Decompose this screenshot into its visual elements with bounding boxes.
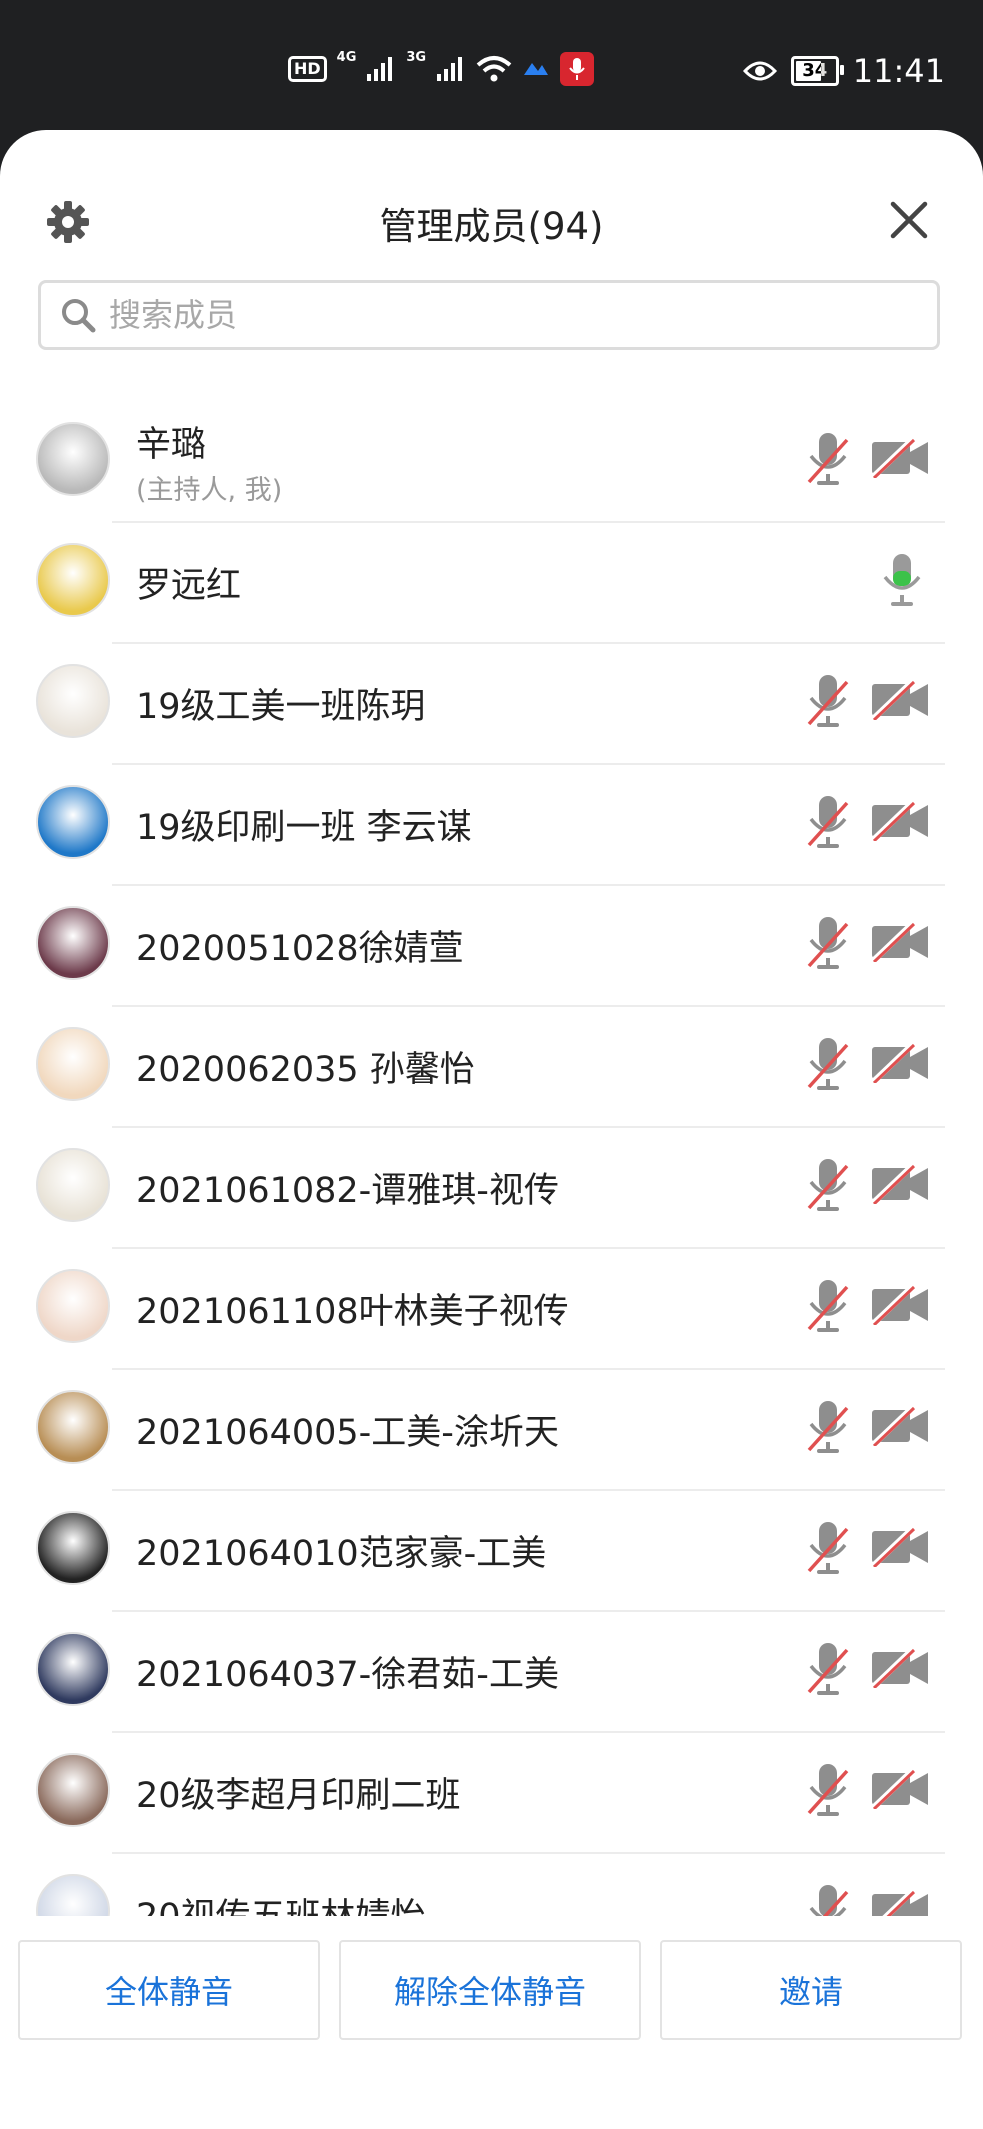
member-row[interactable]: 辛璐 (主持人, 我)	[0, 402, 983, 523]
hd-badge: HD	[288, 56, 327, 82]
mic-active-icon[interactable]	[880, 551, 924, 609]
mic-muted-icon[interactable]	[806, 1761, 850, 1819]
avatar[interactable]	[36, 1632, 110, 1706]
avatar[interactable]	[36, 1390, 110, 1464]
member-role: (主持人, 我)	[136, 475, 283, 506]
member-row[interactable]: 2021061108叶林美子视传	[0, 1249, 983, 1370]
mic-muted-icon[interactable]	[806, 1519, 850, 1577]
camera-off-icon[interactable]	[869, 798, 930, 844]
page-title: 管理成员(94)	[379, 205, 604, 248]
mic-muted-icon[interactable]	[806, 793, 850, 851]
mic-muted-icon[interactable]	[806, 1882, 850, 1916]
member-row[interactable]: 2021064005-工美-涂圻天	[0, 1370, 983, 1491]
signal-icon	[367, 57, 393, 81]
avatar[interactable]	[36, 1874, 110, 1916]
mic-muted-icon[interactable]	[806, 1035, 850, 1093]
avatar[interactable]	[36, 1269, 110, 1343]
member-row[interactable]: 2021064037-徐君茹-工美	[0, 1612, 983, 1733]
mic-muted-icon[interactable]	[806, 1277, 850, 1335]
member-name: 辛璐	[136, 425, 207, 465]
unmute-all-button[interactable]: 解除全体静音	[339, 1940, 641, 2040]
member-row[interactable]: 2021061082-谭雅琪-视传	[0, 1128, 983, 1249]
member-name: 20级李超月印刷二班	[136, 1776, 461, 1816]
camera-off-icon[interactable]	[869, 1403, 930, 1449]
member-name: 20视传五班林婧怡	[136, 1888, 426, 1916]
avatar[interactable]	[36, 1027, 110, 1101]
battery-icon: 34	[790, 56, 844, 86]
camera-off-icon[interactable]	[869, 919, 930, 965]
member-name: 2021064037-徐君茹-工美	[136, 1655, 559, 1695]
avatar[interactable]	[36, 543, 110, 617]
member-name: 19级工美一班陈玥	[136, 687, 426, 727]
avatar[interactable]	[36, 906, 110, 980]
camera-off-icon[interactable]	[869, 1645, 930, 1691]
camera-off-icon[interactable]	[869, 1161, 930, 1207]
member-row[interactable]: 2021064010范家豪-工美	[0, 1491, 983, 1612]
camera-off-icon[interactable]	[869, 1282, 930, 1328]
camera-off-icon[interactable]	[869, 1040, 930, 1086]
search-icon	[62, 299, 96, 333]
member-row[interactable]: 19级印刷一班 李云谋	[0, 765, 983, 886]
avatar[interactable]	[36, 785, 110, 859]
camera-off-icon[interactable]	[870, 1887, 930, 1916]
wifi-icon	[476, 56, 512, 82]
mic-muted-icon[interactable]	[806, 1156, 850, 1214]
member-name: 2020051028徐婧萱	[136, 929, 464, 969]
mic-muted-icon[interactable]	[806, 1398, 850, 1456]
camera-off-icon[interactable]	[869, 1766, 930, 1812]
member-name: 2021064005-工美-涂圻天	[136, 1413, 559, 1453]
recording-mic-icon	[560, 52, 595, 86]
member-row[interactable]: 罗远红	[0, 523, 983, 644]
invite-button[interactable]: 邀请	[660, 1940, 962, 2040]
member-row[interactable]: 20视传五班林婧怡	[0, 1854, 983, 1916]
avatar[interactable]	[36, 1511, 110, 1585]
mic-muted-icon[interactable]	[806, 1640, 850, 1698]
member-name: 19级印刷一班 李云谋	[136, 808, 472, 848]
avatar[interactable]	[36, 1753, 110, 1827]
status-icons-right: 34 11:41	[742, 52, 945, 90]
signal-icon-2	[437, 57, 463, 81]
bottom-action-bar: 全体静音 解除全体静音 邀请	[0, 1916, 983, 2129]
manage-members-sheet: 管理成员(94) 辛璐 (主持人, 我) 罗远红 19级工美一班陈玥 19级印刷一班 李…	[0, 130, 983, 2129]
member-row[interactable]: 20级李超月印刷二班	[0, 1733, 983, 1854]
avatar[interactable]	[36, 1148, 110, 1222]
battery-level: 34	[802, 60, 828, 81]
mic-muted-icon[interactable]	[806, 914, 850, 972]
status-bar: HD 4G 3G 34 11:41	[0, 0, 983, 135]
member-name: 2020062035 孙馨怡	[136, 1050, 475, 1090]
app-notification-icon	[524, 63, 549, 75]
member-row[interactable]: 19级工美一班陈玥	[0, 644, 983, 765]
search-input[interactable]	[107, 295, 911, 335]
camera-off-icon[interactable]	[869, 435, 930, 481]
avatar[interactable]	[36, 664, 110, 738]
member-name: 2021061082-谭雅琪-视传	[136, 1171, 559, 1211]
avatar[interactable]	[36, 422, 110, 496]
camera-off-icon[interactable]	[869, 1524, 930, 1570]
network-4g-label: 4G	[336, 49, 357, 65]
member-name: 罗远红	[136, 566, 242, 606]
member-row[interactable]: 2020051028徐婧萱	[0, 886, 983, 1007]
mute-all-button[interactable]: 全体静音	[18, 1940, 320, 2040]
camera-off-icon[interactable]	[869, 677, 930, 723]
eye-icon	[742, 61, 777, 81]
status-icons-left: HD 4G 3G	[288, 49, 595, 86]
close-icon[interactable]	[887, 198, 931, 242]
member-list[interactable]: 辛璐 (主持人, 我) 罗远红 19级工美一班陈玥 19级印刷一班 李云谋 2020051…	[0, 402, 983, 1916]
search-bar[interactable]	[38, 280, 940, 350]
mic-muted-icon[interactable]	[806, 430, 850, 488]
mic-muted-icon[interactable]	[806, 672, 850, 730]
member-name: 2021061108叶林美子视传	[136, 1292, 569, 1332]
member-name: 2021064010范家豪-工美	[136, 1534, 547, 1574]
network-3g-label: 3G	[406, 49, 427, 65]
member-row[interactable]: 2020062035 孙馨怡	[0, 1007, 983, 1128]
clock: 11:41	[852, 52, 945, 90]
